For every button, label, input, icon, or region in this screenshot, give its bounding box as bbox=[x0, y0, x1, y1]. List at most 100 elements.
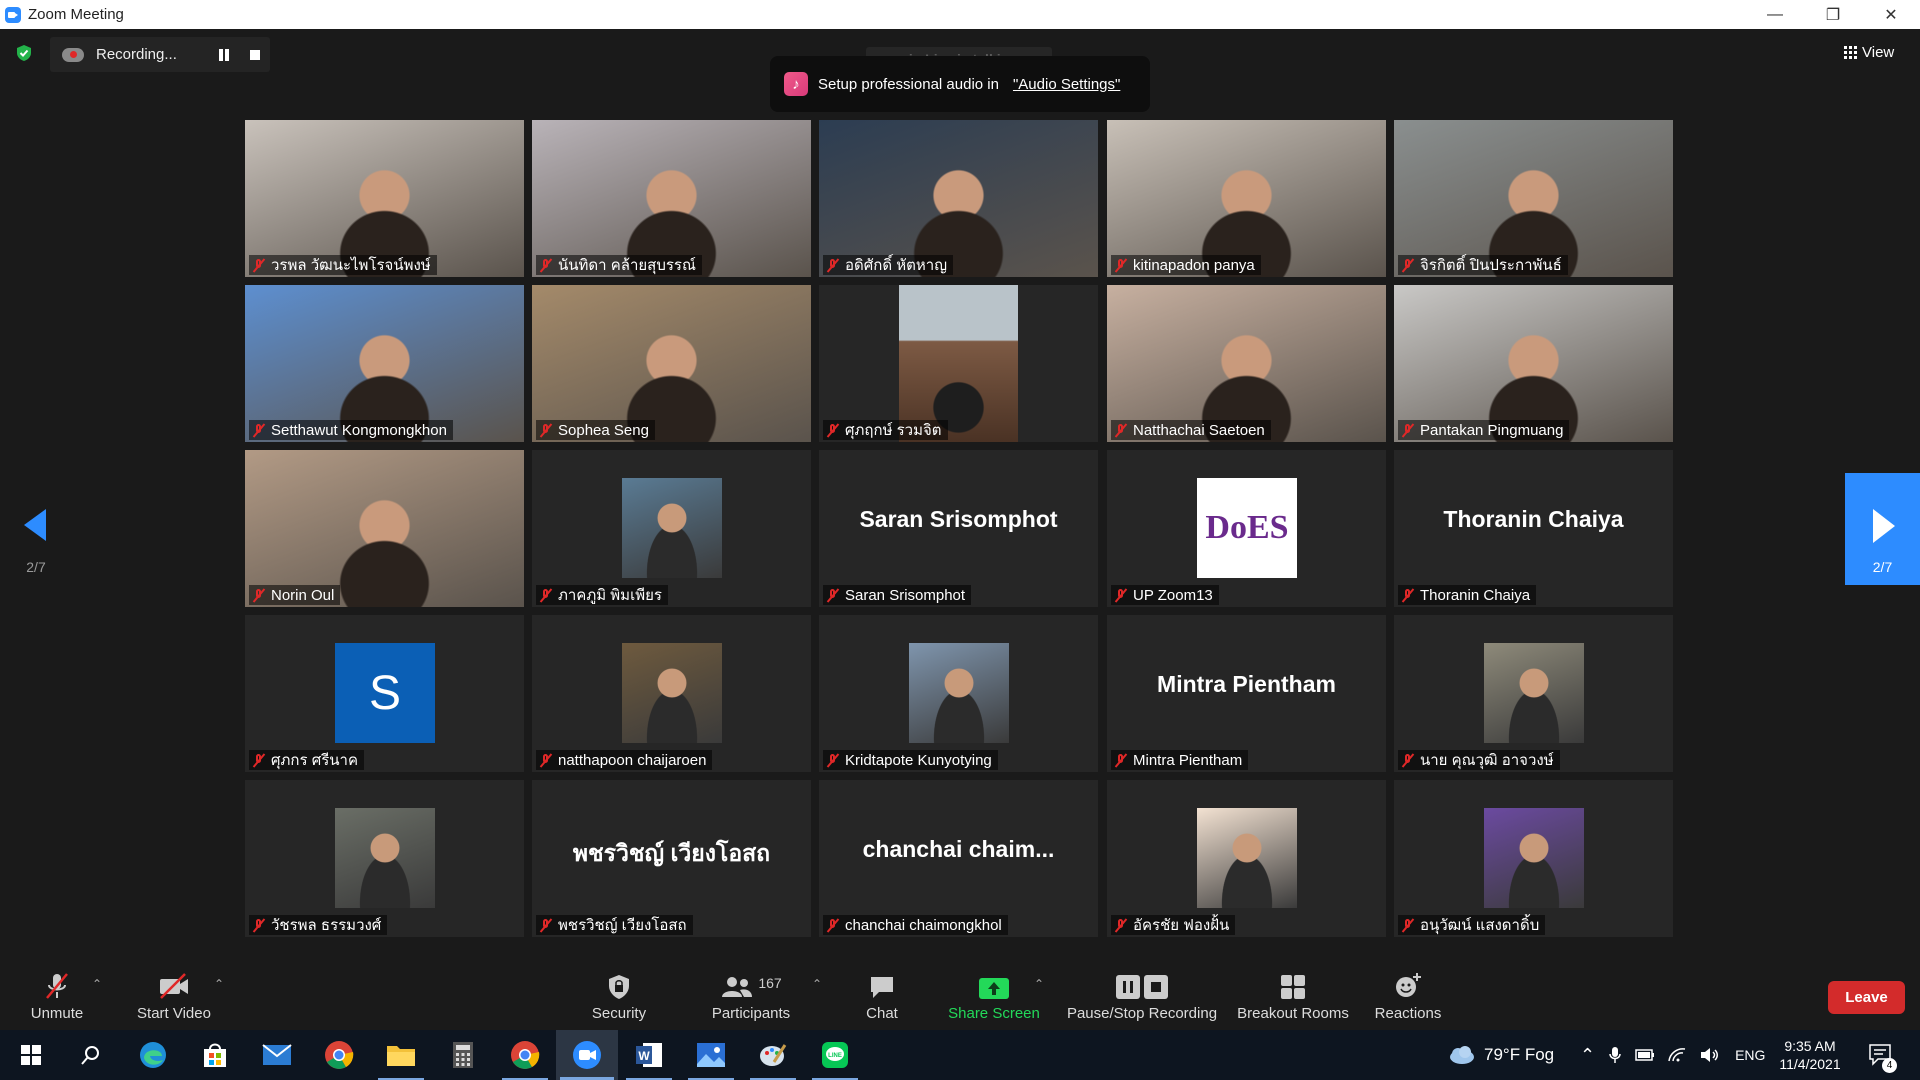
participant-tile[interactable]: Saran Srisomphot Saran Srisomphot bbox=[819, 450, 1098, 607]
input-language[interactable]: ENG bbox=[1735, 1047, 1765, 1063]
participant-name-label: นาย คุณวุฒิ อาจวงษ์ bbox=[1398, 750, 1560, 770]
participants-button[interactable]: 167 Participants bbox=[704, 955, 798, 1030]
participant-name-label: นันทิดา คล้ายสุบรรณ์ bbox=[536, 255, 702, 275]
participant-tile[interactable]: natthapoon chaijaroen bbox=[532, 615, 811, 772]
participant-avatar bbox=[1197, 808, 1297, 908]
participant-tile[interactable]: ภาคภูมิ พิมเพียร bbox=[532, 450, 811, 607]
store-icon[interactable] bbox=[184, 1030, 246, 1080]
participant-name-label: ภาคภูมิ พิมเพียร bbox=[536, 585, 668, 605]
participant-name: อัครชัย ฟองฝั้น bbox=[1133, 917, 1230, 934]
participant-tile[interactable]: Setthawut Kongmongkhon bbox=[245, 285, 524, 442]
mail-icon[interactable] bbox=[246, 1030, 308, 1080]
video-off-icon bbox=[152, 967, 196, 1001]
speaker-icon[interactable] bbox=[1699, 1047, 1719, 1063]
muted-mic-icon bbox=[827, 588, 839, 603]
participant-tile[interactable]: อดิศักดิ์ หัตหาญ bbox=[819, 120, 1098, 277]
share-screen-button[interactable]: Share Screen bbox=[948, 955, 1040, 1030]
notifications-button[interactable]: 4 bbox=[1868, 1030, 1897, 1080]
audio-settings-link[interactable]: "Audio Settings" bbox=[1013, 76, 1120, 93]
participant-name: Sophea Seng bbox=[558, 421, 649, 439]
next-page-button[interactable]: 2/7 bbox=[1845, 473, 1920, 585]
video-options-chevron-icon[interactable]: ⌃ bbox=[214, 977, 224, 991]
participant-name-label: Thoranin Chaiya bbox=[1398, 585, 1537, 605]
participant-tile[interactable]: วัชรพล ธรรมวงศ์ bbox=[245, 780, 524, 937]
participant-tile[interactable]: วรพล วัฒนะไพโรจน์พงษ์ bbox=[245, 120, 524, 277]
battery-icon[interactable] bbox=[1635, 1049, 1655, 1061]
audio-settings-banner: ♪ Setup professional audio in "Audio Set… bbox=[770, 56, 1150, 112]
wifi-icon[interactable] bbox=[1667, 1047, 1687, 1063]
participant-tile[interactable]: Thoranin Chaiya Thoranin Chaiya bbox=[1394, 450, 1673, 607]
leave-meeting-button[interactable]: Leave bbox=[1828, 981, 1905, 1014]
participant-tile[interactable]: อนุวัฒน์ แสงดาดิ้บ bbox=[1394, 780, 1673, 937]
participant-tile[interactable]: จิรกิตติ์ ปินประกาพันธ์ bbox=[1394, 120, 1673, 277]
svg-text:LINE: LINE bbox=[828, 1053, 842, 1059]
restore-button[interactable]: ❐ bbox=[1804, 0, 1862, 29]
muted-mic-icon bbox=[827, 753, 839, 768]
muted-mic-icon bbox=[827, 258, 839, 273]
participant-tile[interactable]: Norin Oul bbox=[245, 450, 524, 607]
minimize-button[interactable]: — bbox=[1746, 0, 1804, 29]
participant-tile[interactable]: พชรวิชญ์ เวียงโอสถ พชรวิชญ์ เวียงโอสถ bbox=[532, 780, 811, 937]
file-explorer-icon[interactable] bbox=[370, 1030, 432, 1080]
participant-name-label: Mintra Pientham bbox=[1111, 750, 1249, 770]
chrome-icon[interactable] bbox=[308, 1030, 370, 1080]
stop-recording-icon[interactable] bbox=[250, 50, 260, 60]
security-button[interactable]: Security bbox=[585, 955, 653, 1030]
participant-tile[interactable]: S ศุภกร ศรีนาค bbox=[245, 615, 524, 772]
participant-tile[interactable]: นาย คุณวุฒิ อาจวงษ์ bbox=[1394, 615, 1673, 772]
audio-options-chevron-icon[interactable]: ⌃ bbox=[92, 977, 102, 991]
photos-icon[interactable] bbox=[680, 1030, 742, 1080]
participant-video bbox=[245, 450, 524, 607]
muted-mic-icon bbox=[253, 423, 265, 438]
word-icon[interactable]: W bbox=[618, 1030, 680, 1080]
participant-name-label: วรพล วัฒนะไพโรจน์พงษ์ bbox=[249, 255, 437, 275]
participant-tile[interactable]: Natthachai Saetoen bbox=[1107, 285, 1386, 442]
line-app-icon[interactable]: LINE bbox=[804, 1030, 866, 1080]
zoom-taskbar-icon[interactable] bbox=[556, 1030, 618, 1080]
muted-mic-icon bbox=[540, 258, 552, 273]
participant-tile[interactable]: Sophea Seng bbox=[532, 285, 811, 442]
breakout-rooms-button[interactable]: Breakout Rooms bbox=[1236, 955, 1350, 1030]
unmute-button[interactable]: Unmute bbox=[24, 955, 90, 1030]
participant-tile[interactable]: อัครชัย ฟองฝั้น bbox=[1107, 780, 1386, 937]
participant-tile[interactable]: นันทิดา คล้ายสุบรรณ์ bbox=[532, 120, 811, 277]
encryption-shield-icon[interactable] bbox=[15, 44, 33, 62]
share-options-chevron-icon[interactable]: ⌃ bbox=[1034, 977, 1044, 991]
pause-recording-icon[interactable] bbox=[218, 49, 230, 61]
participant-display-name: Saran Srisomphot bbox=[859, 506, 1058, 532]
muted-mic-icon bbox=[827, 918, 839, 933]
participant-name: Setthawut Kongmongkhon bbox=[271, 421, 447, 439]
chrome-running-icon[interactable] bbox=[494, 1030, 556, 1080]
show-hidden-icons-chevron-icon[interactable]: ⌃ bbox=[1580, 1045, 1595, 1066]
calculator-icon[interactable] bbox=[432, 1030, 494, 1080]
chat-label: Chat bbox=[866, 1005, 898, 1022]
clock[interactable]: 9:35 AM 11/4/2021 bbox=[1770, 1030, 1850, 1080]
muted-microphone-icon bbox=[35, 967, 79, 1001]
weather-widget[interactable]: 79°F Fog bbox=[1446, 1030, 1554, 1080]
search-icon[interactable] bbox=[60, 1030, 122, 1080]
participant-tile[interactable]: kitinapadon panya bbox=[1107, 120, 1386, 277]
participant-name: วัชรพล ธรรมวงศ์ bbox=[271, 917, 382, 934]
participant-avatar bbox=[622, 478, 722, 578]
participant-tile[interactable]: chanchai chaim... chanchai chaimongkhol bbox=[819, 780, 1098, 937]
previous-page-button[interactable]: 2/7 bbox=[0, 473, 72, 583]
participant-tile[interactable]: DoES UP Zoom13 bbox=[1107, 450, 1386, 607]
participant-tile[interactable]: ศุภฤกษ์ รวมจิต bbox=[819, 285, 1098, 442]
participants-options-chevron-icon[interactable]: ⌃ bbox=[812, 977, 822, 991]
microphone-tray-icon[interactable] bbox=[1609, 1046, 1621, 1064]
participant-tile[interactable]: Mintra Pientham Mintra Pientham bbox=[1107, 615, 1386, 772]
participant-avatar bbox=[1484, 643, 1584, 743]
muted-mic-icon bbox=[827, 423, 839, 438]
close-button[interactable]: ✕ bbox=[1862, 0, 1920, 29]
pause-stop-recording-button[interactable]: Pause/Stop Recording bbox=[1066, 955, 1218, 1030]
reactions-button[interactable]: Reactions bbox=[1374, 955, 1442, 1030]
participant-tile[interactable]: Pantakan Pingmuang bbox=[1394, 285, 1673, 442]
start-video-button[interactable]: Start Video bbox=[130, 955, 218, 1030]
security-label: Security bbox=[591, 1005, 647, 1022]
view-button[interactable]: View bbox=[1844, 40, 1904, 64]
chat-button[interactable]: Chat bbox=[858, 955, 906, 1030]
paint-icon[interactable] bbox=[742, 1030, 804, 1080]
participant-tile[interactable]: Kridtapote Kunyotying bbox=[819, 615, 1098, 772]
edge-browser-icon[interactable] bbox=[122, 1030, 184, 1080]
windows-start-icon[interactable] bbox=[0, 1030, 62, 1080]
